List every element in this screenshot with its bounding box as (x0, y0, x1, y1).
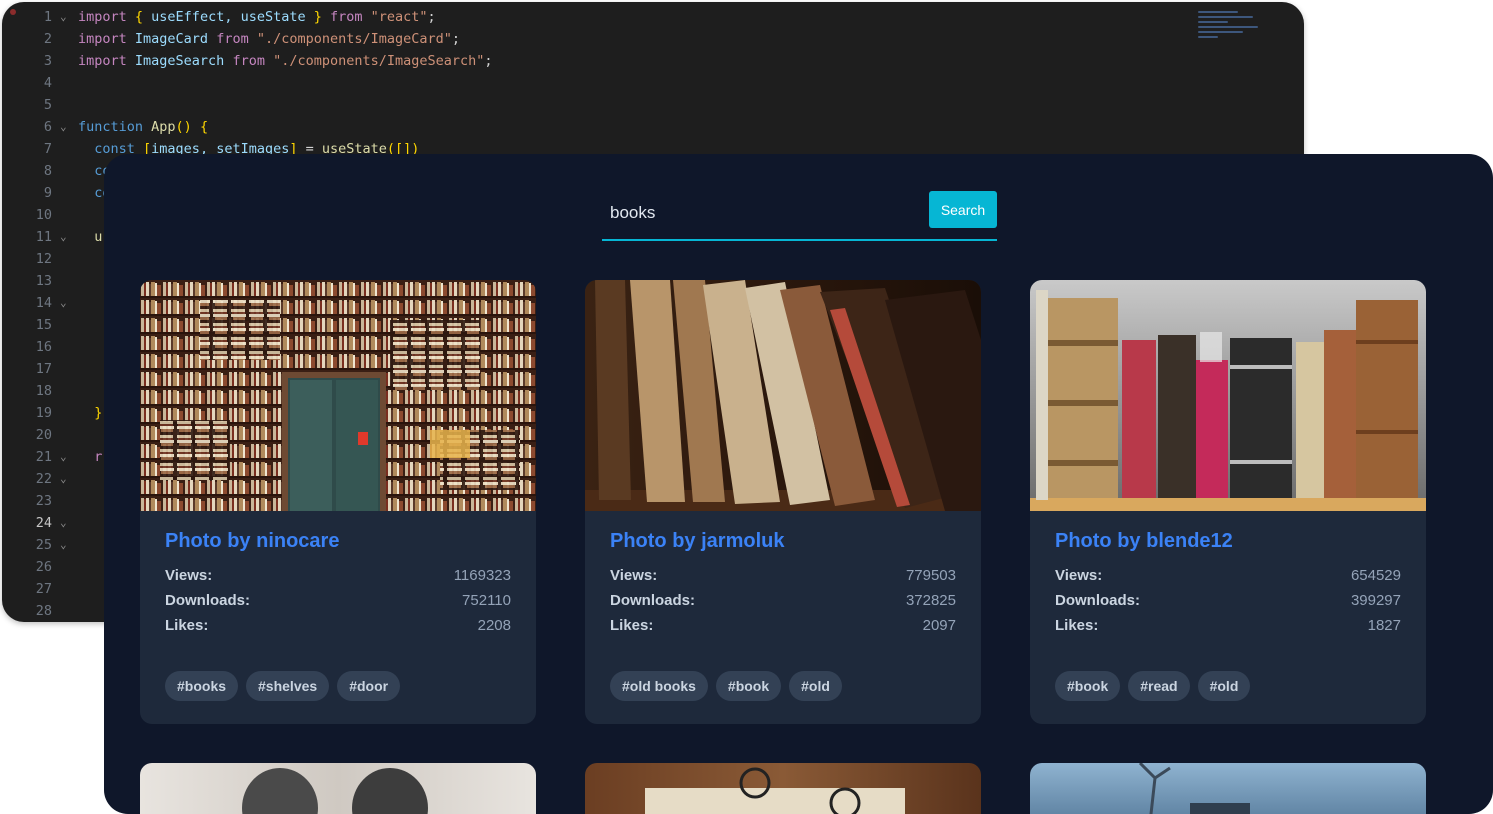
downloads-row: Downloads: 372825 (610, 592, 956, 614)
line-number: 11 (35, 229, 52, 245)
image-card-partial (1030, 763, 1426, 814)
card-title: Photo by blende12 (1055, 530, 1233, 552)
line-number: 6 (43, 119, 52, 135)
image-card-partial (140, 763, 536, 814)
code-text: r (78, 449, 103, 465)
downloads-value: 372825 (905, 592, 956, 609)
line-number: 5 (43, 97, 52, 113)
views-value: 779503 (905, 567, 956, 584)
code-text: } (78, 405, 103, 421)
line-number: 27 (35, 581, 52, 597)
line-number: 22 (35, 471, 52, 487)
views-label: Views: (165, 567, 213, 584)
fold-chevron-icon[interactable]: ⌄ (60, 468, 67, 490)
fold-chevron-icon[interactable]: ⌄ (60, 226, 67, 248)
minimap[interactable] (1198, 8, 1268, 78)
line-number: 23 (35, 493, 52, 509)
line-number: 26 (35, 559, 52, 575)
likes-row: Likes: 2097 (610, 617, 956, 639)
line-number: 15 (35, 317, 52, 333)
line-number: 18 (35, 383, 52, 399)
downloads-label: Downloads: (610, 592, 695, 609)
tag-badge[interactable]: #old books (610, 671, 708, 701)
line-number: 20 (35, 427, 52, 443)
search-button[interactable]: Search (929, 191, 997, 228)
downloads-value: 752110 (462, 592, 511, 609)
downloads-label: Downloads: (1055, 592, 1140, 609)
line-number: 28 (35, 603, 52, 619)
card-image-antique-books-row (1030, 280, 1426, 511)
code-text: u (78, 229, 103, 245)
likes-value: 2208 (477, 617, 511, 634)
downloads-label: Downloads: (165, 592, 250, 609)
views-row: Views: 779503 (610, 567, 956, 589)
card-title: Photo by jarmoluk (610, 530, 785, 552)
line-number: 10 (35, 207, 52, 223)
card-image-bookshelf-door (140, 280, 536, 511)
code-text: import { useEffect, useState } from "rea… (78, 9, 436, 25)
tag-list: #book #read #old (1055, 671, 1251, 701)
tag-list: #books #shelves #door (165, 671, 401, 701)
line-number: 12 (35, 251, 52, 267)
views-label: Views: (610, 567, 658, 584)
line-number: 16 (35, 339, 52, 355)
image-gallery-app: Search (104, 154, 1493, 814)
views-value: 654529 (1350, 567, 1401, 584)
line-number: 2 (43, 31, 52, 47)
fold-chevron-icon[interactable]: ⌄ (60, 6, 67, 28)
line-number: 19 (35, 405, 52, 421)
tag-badge[interactable]: #book (1055, 671, 1121, 701)
code-text: import ImageSearch from "./components/Im… (78, 53, 493, 69)
image-card: Photo by blende12 Views: 654529 Download… (1030, 280, 1426, 724)
fold-chevron-icon[interactable]: ⌄ (60, 446, 67, 468)
tag-badge[interactable]: #read (1128, 671, 1190, 701)
code-text: import ImageCard from "./components/Imag… (78, 31, 461, 47)
tag-badge[interactable]: #shelves (246, 671, 330, 701)
line-number: 1 (43, 9, 52, 25)
line-number: 21 (35, 449, 52, 465)
line-number: 8 (43, 163, 52, 179)
views-value: 1169323 (453, 567, 511, 584)
line-number: 14 (35, 295, 52, 311)
views-label: Views: (1055, 567, 1103, 584)
line-number: 9 (43, 185, 52, 201)
tag-badge[interactable]: #old (789, 671, 842, 701)
tag-list: #old books #book #old (610, 671, 842, 701)
line-number: 13 (35, 273, 52, 289)
image-card: Photo by jarmoluk Views: 779503 Download… (585, 280, 981, 724)
likes-label: Likes: (1055, 617, 1099, 634)
fold-chevron-icon[interactable]: ⌄ (60, 116, 67, 138)
likes-label: Likes: (165, 617, 209, 634)
card-image-old-books-leaning (585, 280, 981, 511)
downloads-value: 399297 (1350, 592, 1401, 609)
downloads-row: Downloads: 752110 (165, 592, 511, 614)
views-row: Views: 1169323 (165, 567, 511, 589)
tag-badge[interactable]: #books (165, 671, 239, 701)
fold-chevron-icon[interactable]: ⌄ (60, 534, 67, 556)
line-number: 24 (35, 515, 52, 531)
likes-value: 2097 (922, 617, 956, 634)
fold-chevron-icon[interactable]: ⌄ (60, 512, 67, 534)
line-number: 7 (43, 141, 52, 157)
image-card: Photo by ninocare Views: 1169323 Downloa… (140, 280, 536, 724)
line-number: 25 (35, 537, 52, 553)
views-row: Views: 654529 (1055, 567, 1401, 589)
card-title: Photo by ninocare (165, 530, 340, 552)
tag-badge[interactable]: #old (1197, 671, 1251, 701)
line-number: 4 (43, 75, 52, 91)
search-form: Search (602, 191, 997, 241)
code-text: function App() { (78, 119, 209, 135)
likes-row: Likes: 1827 (1055, 617, 1401, 639)
line-number: 3 (43, 53, 52, 69)
line-number: 17 (35, 361, 52, 377)
tag-badge[interactable]: #book (715, 671, 782, 701)
likes-label: Likes: (610, 617, 654, 634)
likes-value: 1827 (1367, 617, 1401, 634)
likes-row: Likes: 2208 (165, 617, 511, 639)
fold-chevron-icon[interactable]: ⌄ (60, 292, 67, 314)
search-input[interactable] (602, 191, 938, 235)
image-card-partial (585, 763, 981, 814)
downloads-row: Downloads: 399297 (1055, 592, 1401, 614)
tag-badge[interactable]: #door (337, 671, 401, 701)
